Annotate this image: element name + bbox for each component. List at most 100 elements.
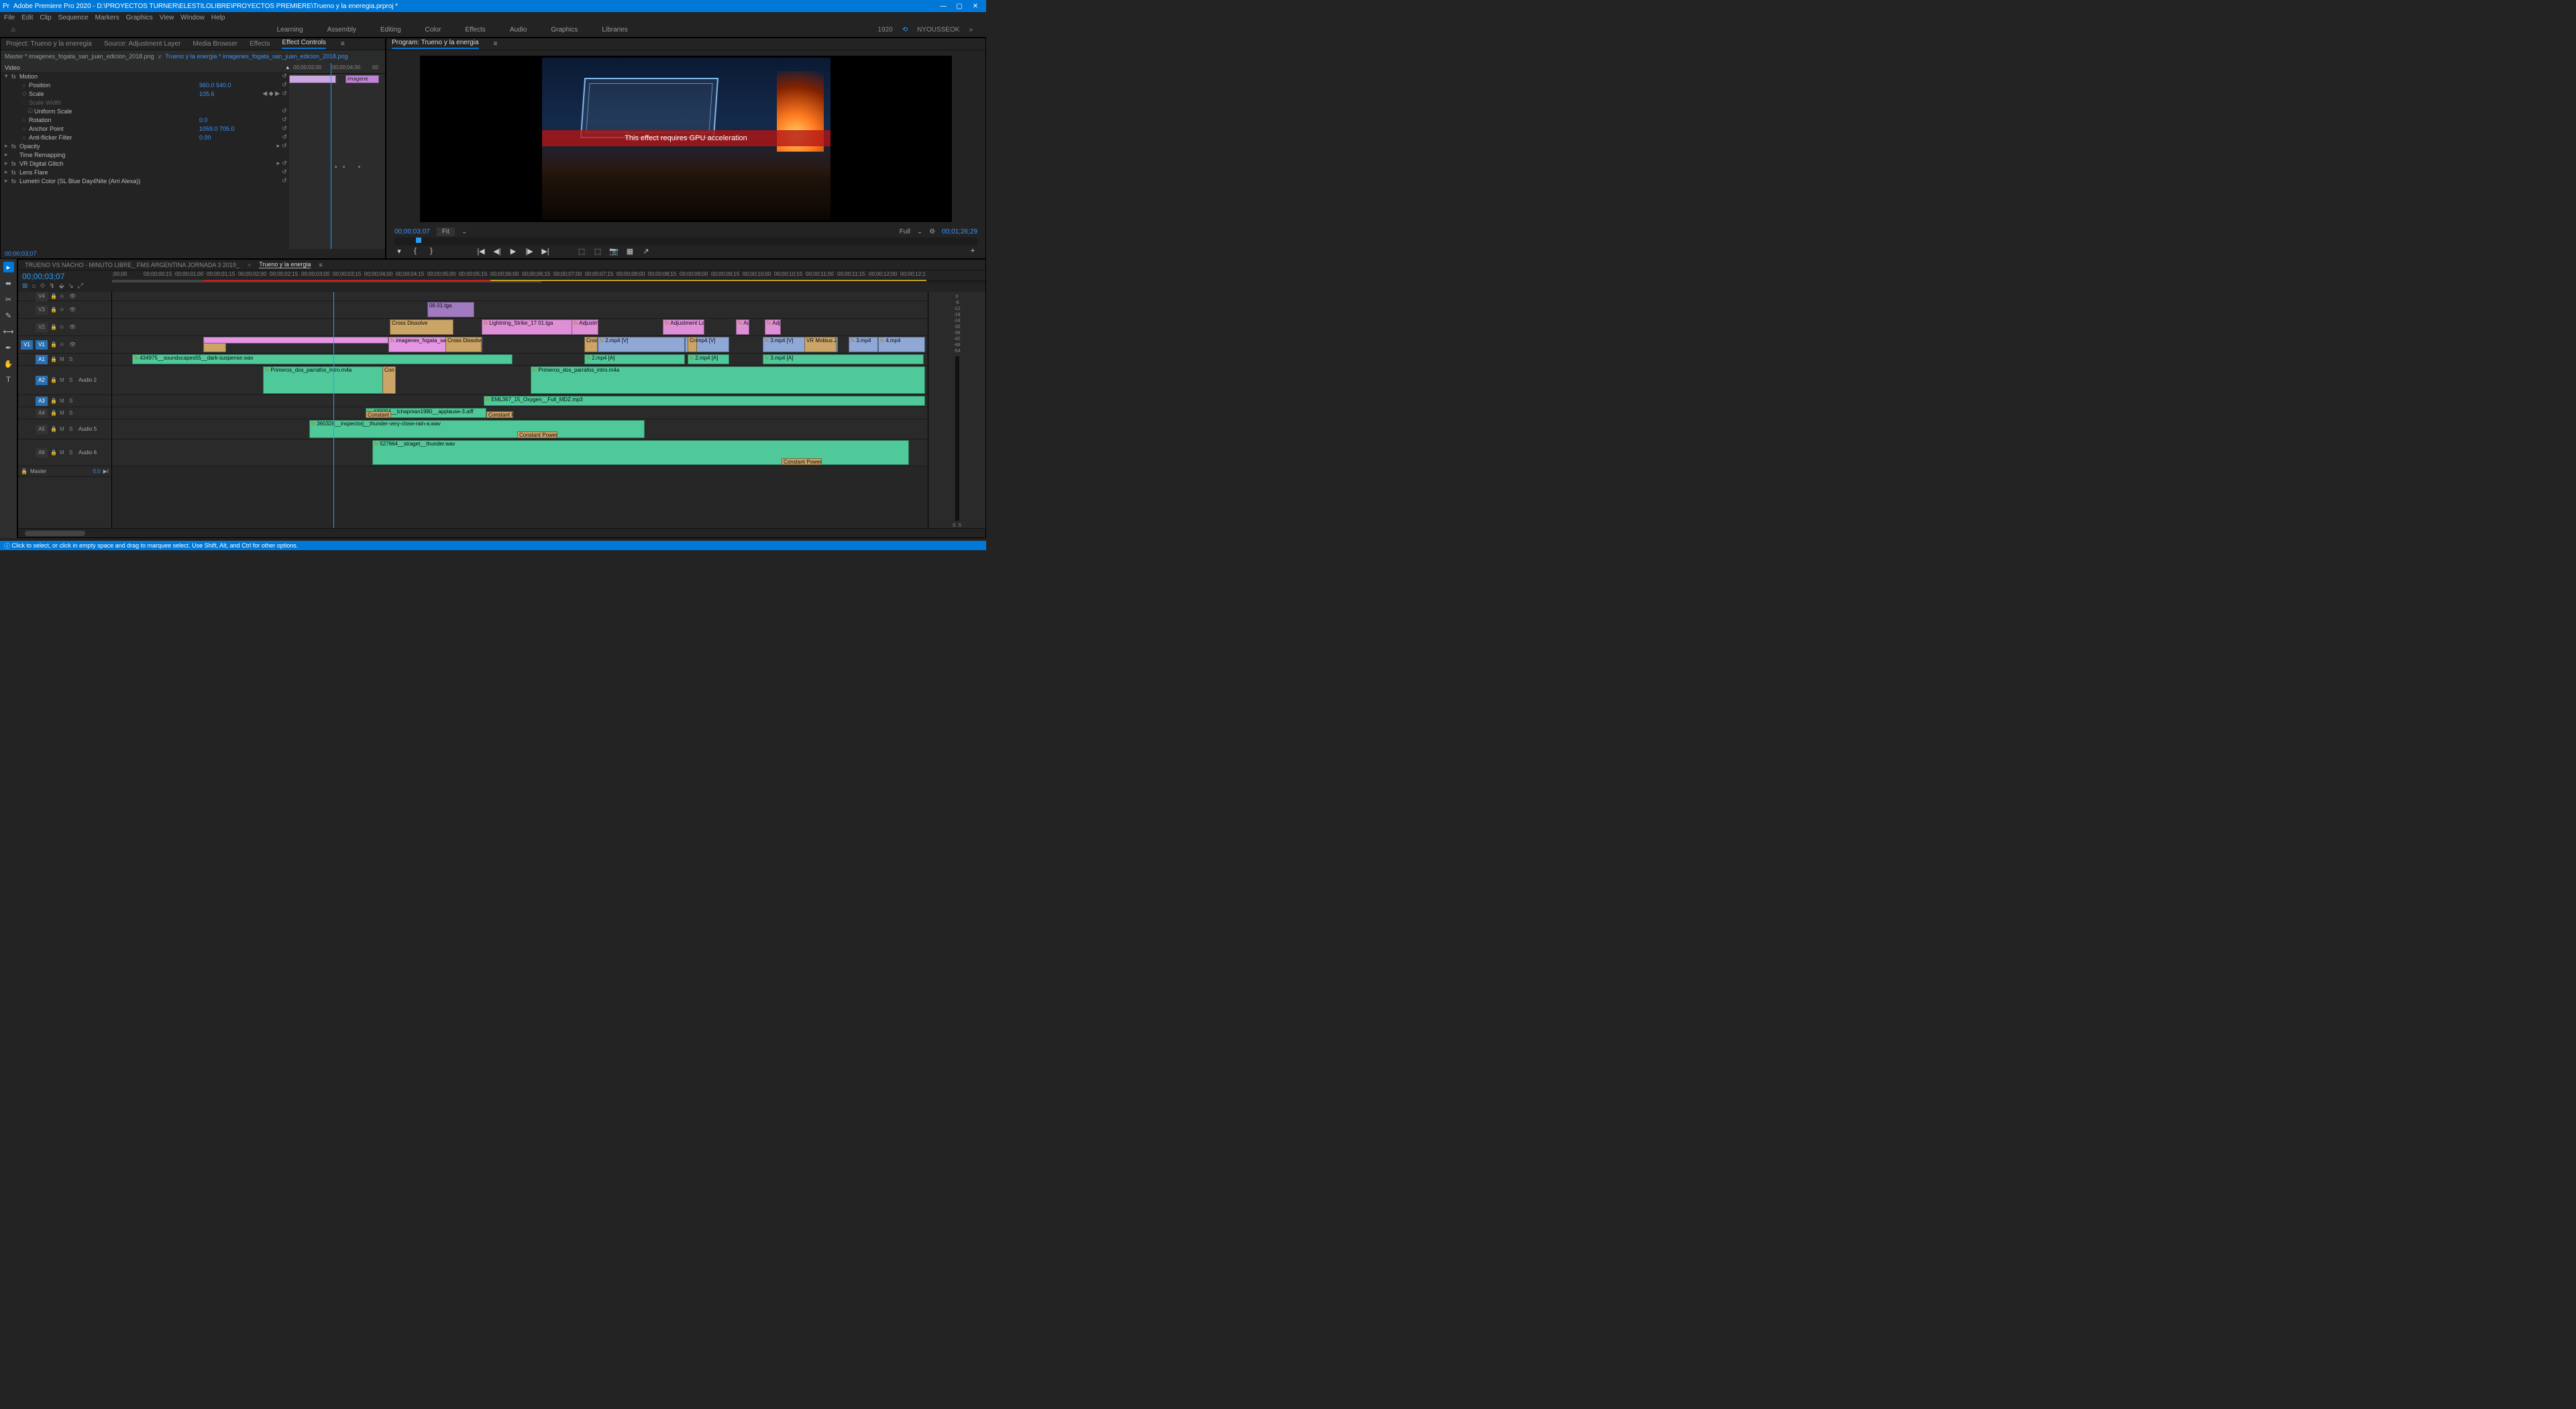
share-icon[interactable]: ↗ bbox=[641, 247, 651, 256]
effect-row[interactable]: ○Scale Width bbox=[1, 98, 289, 107]
clip[interactable]: fxPrimeros_dos_parrafos_intro.m4a bbox=[531, 366, 925, 394]
track-lane-V4[interactable] bbox=[112, 292, 928, 301]
seq-tab-0[interactable]: TRUENO VS NACHO - MINUTO LIBRE_ FMS ARGE… bbox=[25, 262, 239, 268]
clip[interactable]: fx360328__inspectorj__thunder-very-close… bbox=[309, 420, 645, 438]
lift-icon[interactable]: ⬚ bbox=[577, 247, 586, 256]
ws-editing[interactable]: Editing bbox=[380, 26, 401, 34]
track-lane-A4[interactable]: fx439094__lchapman1980__applause-3.aiffC… bbox=[112, 407, 928, 419]
ws-audio[interactable]: Audio bbox=[510, 26, 527, 34]
seq-option-icon[interactable]: ⬙ bbox=[59, 282, 64, 290]
ws-libraries[interactable]: Libraries bbox=[602, 26, 627, 34]
menu-markers[interactable]: Markers bbox=[95, 14, 119, 21]
timeline-ruler[interactable]: ;00;0000;00;00;1500;00;01;0000;00;01;150… bbox=[112, 270, 985, 280]
minimize-button[interactable]: — bbox=[935, 3, 951, 10]
track-lane-A5[interactable]: fx360328__inspectorj__thunder-very-close… bbox=[112, 419, 928, 439]
goto-out-icon[interactable]: ▶| bbox=[541, 247, 550, 256]
settings-icon[interactable]: ⚙ bbox=[929, 228, 935, 236]
track-header-A3[interactable]: A3🔒MS bbox=[18, 395, 111, 407]
clip[interactable]: VR Mobius Zoom bbox=[804, 337, 837, 352]
menu-clip[interactable]: Clip bbox=[40, 14, 51, 21]
seq-option-icon[interactable]: ↘ bbox=[68, 282, 73, 290]
effect-row[interactable]: ▸fxVR Digital Glitch▸↺ bbox=[1, 159, 289, 168]
menu-graphics[interactable]: Graphics bbox=[126, 14, 153, 21]
extract-icon[interactable]: ⬚ bbox=[593, 247, 602, 256]
clip[interactable]: Cross Dissolve bbox=[390, 319, 453, 335]
timeline-zoom-scrollbar[interactable] bbox=[25, 531, 85, 536]
ws-assembly[interactable]: Assembly bbox=[327, 26, 356, 34]
clip[interactable]: fx2.mp4 [A] bbox=[584, 354, 685, 364]
user-name[interactable]: NYOUSSEOK bbox=[917, 26, 959, 34]
add-button-icon[interactable]: + bbox=[968, 247, 977, 255]
track-lane-V3[interactable]: 06 01.tga bbox=[112, 301, 928, 319]
goto-in-icon[interactable]: |◀ bbox=[476, 247, 486, 256]
clip[interactable]: Constant Power bbox=[366, 411, 391, 418]
step-fwd-icon[interactable]: |▶ bbox=[525, 247, 534, 256]
ec-seq-clip[interactable]: Trueno y la energia * imagenes_fogata_sa… bbox=[165, 53, 347, 60]
zoom-level[interactable]: 1920 bbox=[877, 26, 892, 34]
track-header-A6[interactable]: A6🔒MSAudio 6 bbox=[18, 439, 111, 466]
chevron-down-icon[interactable]: ⌄ bbox=[462, 228, 467, 236]
clip[interactable]: fx3.mp4 bbox=[849, 337, 878, 352]
track-header-V2[interactable]: V2🔒⟐👁 bbox=[18, 319, 111, 336]
panel-menu-icon[interactable]: ≡ bbox=[341, 40, 345, 48]
clip[interactable]: Cros bbox=[688, 337, 697, 352]
clip[interactable]: fx2.mp4 [A] bbox=[688, 354, 729, 364]
tab-program[interactable]: Program: Trueno y la energia bbox=[392, 39, 479, 49]
tab-effects[interactable]: Effects bbox=[250, 40, 270, 48]
track-header-A5[interactable]: A5🔒MSAudio 5 bbox=[18, 419, 111, 439]
clip[interactable]: Constant Power bbox=[486, 411, 513, 418]
menu-help[interactable]: Help bbox=[211, 14, 225, 21]
track-lane-A2[interactable]: ConfxPrimeros_dos_parrafos_intro.m4aConf… bbox=[112, 366, 928, 395]
effect-row[interactable]: ▸fxOpacity▸↺ bbox=[1, 142, 289, 150]
chevron-down-icon[interactable]: ⌄ bbox=[917, 228, 922, 236]
effect-row[interactable]: ○Anchor Point1059.0 705.0↺ bbox=[1, 124, 289, 133]
seq-option-icon[interactable]: ⟐ bbox=[40, 282, 45, 290]
ws-learning[interactable]: Learning bbox=[277, 26, 303, 34]
play-icon[interactable]: ▶ bbox=[508, 247, 518, 256]
track-lane-A6[interactable]: fx527664__straget__thunder.wavConstant P… bbox=[112, 439, 928, 466]
track-header-A4[interactable]: A4🔒MS bbox=[18, 407, 111, 419]
clip[interactable]: fxLightning_Strike_17 01.tga bbox=[482, 319, 576, 335]
clip[interactable]: fx434975__soundscapes55__dark-suspense.w… bbox=[132, 354, 513, 364]
track-header-A2[interactable]: A2🔒MSAudio 2 bbox=[18, 366, 111, 395]
menu-window[interactable]: Window bbox=[180, 14, 205, 21]
effect-row[interactable]: ○Anti-flicker Filter0.00↺ bbox=[1, 133, 289, 142]
clip[interactable]: fx4.mp4 bbox=[878, 337, 925, 352]
menu-file[interactable]: File bbox=[4, 14, 15, 21]
timeline-timecode[interactable]: 00;00;03;07 bbox=[22, 272, 108, 281]
seq-tab-1[interactable]: Trueno y la energia bbox=[259, 261, 311, 268]
clip[interactable]: Constant Power bbox=[517, 431, 557, 438]
clip[interactable]: 06 01.tga bbox=[427, 302, 474, 317]
timeline-tracks[interactable]: 06 01.tgaCross DissolvefxLightning_Strik… bbox=[112, 292, 928, 528]
seq-option-icon[interactable]: ⌂ bbox=[32, 282, 36, 290]
clip[interactable]: Cros bbox=[584, 337, 598, 352]
tool-slip[interactable]: ⟷ bbox=[3, 326, 14, 337]
ec-clip-bar[interactable]: imagene bbox=[345, 75, 379, 83]
track-lane-A3[interactable]: fxEML367_15_Oxygen__Full_MDZ.mp3 bbox=[112, 395, 928, 407]
comparison-icon[interactable]: ▦ bbox=[625, 247, 635, 256]
ec-ruler[interactable]: 00;00;02;00 00;00;04;00 00 bbox=[289, 63, 385, 74]
close-button[interactable]: ✕ bbox=[967, 3, 983, 10]
clip[interactable] bbox=[203, 337, 388, 344]
out-point-icon[interactable]: } bbox=[427, 247, 436, 256]
effect-row[interactable]: ◇Scale105.6◀ ◆ ▶↺ bbox=[1, 89, 289, 98]
menu-view[interactable]: View bbox=[160, 14, 174, 21]
clip[interactable]: Cross Dissolve bbox=[445, 337, 482, 352]
effect-row[interactable]: ▸fxLens Flare↺ bbox=[1, 168, 289, 176]
panel-menu-icon[interactable]: ≡ bbox=[494, 40, 498, 48]
track-header-V3[interactable]: V3🔒⟐👁 bbox=[18, 301, 111, 319]
ws-color[interactable]: Color bbox=[425, 26, 441, 34]
effect-row[interactable]: ○Rotation0.0↺ bbox=[1, 115, 289, 124]
home-icon[interactable]: ⌂ bbox=[0, 26, 27, 34]
track-lane-A1[interactable]: fx434975__soundscapes55__dark-suspense.w… bbox=[112, 354, 928, 366]
tab-effect-controls[interactable]: Effect Controls bbox=[282, 39, 325, 49]
seq-option-icon[interactable]: ↯ bbox=[49, 282, 54, 290]
track-header-V4[interactable]: V4🔒⟐👁 bbox=[18, 292, 111, 301]
program-timecode[interactable]: 00;00;03;07 bbox=[394, 228, 430, 236]
seq-option-icon[interactable]: ⤢ bbox=[78, 282, 83, 290]
clip[interactable]: Constant Power bbox=[782, 458, 822, 465]
clip[interactable]: fx527664__straget__thunder.wav bbox=[372, 440, 909, 465]
clip[interactable]: fx3.mp4 [A] bbox=[763, 354, 924, 364]
effect-row[interactable]: ▸Time Remapping bbox=[1, 150, 289, 159]
step-back-icon[interactable]: ◀| bbox=[492, 247, 502, 256]
